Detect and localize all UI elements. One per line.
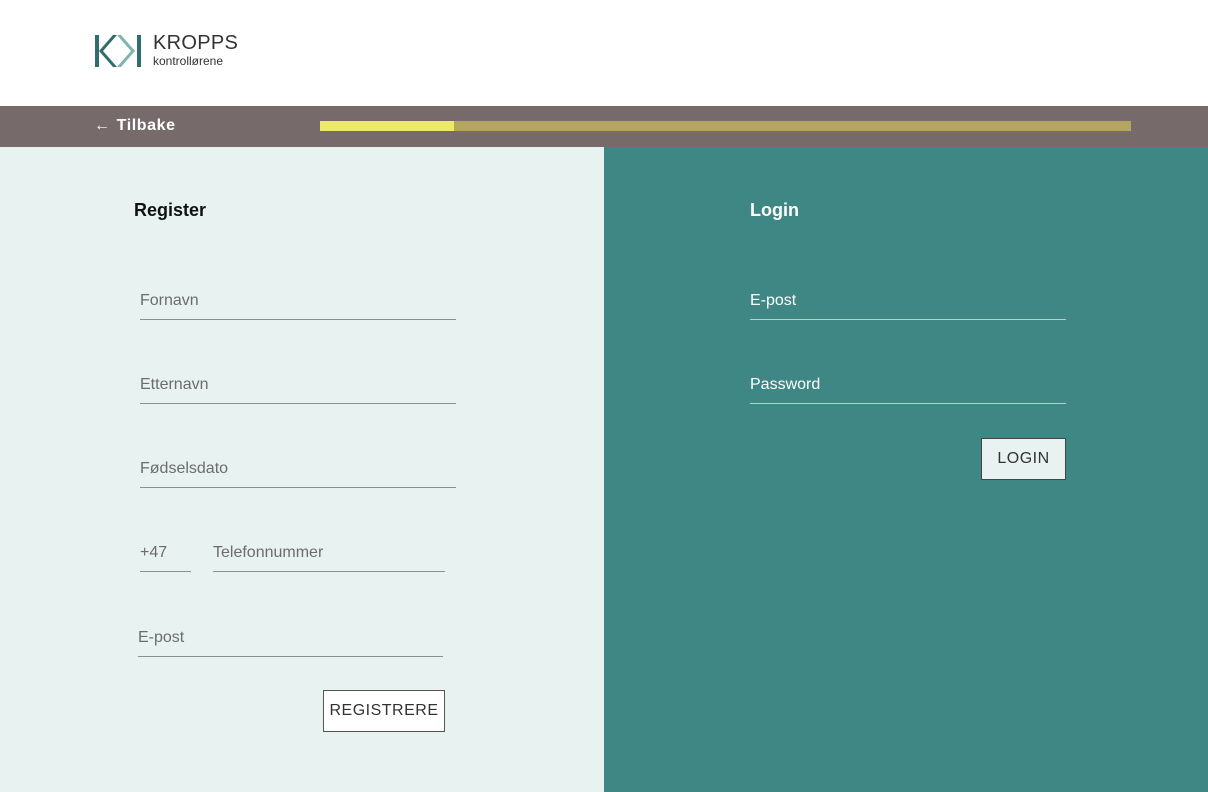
register-email-placeholder: E-post: [138, 629, 185, 646]
top-bar: ← Tilbake: [0, 106, 1208, 147]
brand-logo[interactable]: KROPPS kontrollørene: [95, 33, 255, 73]
back-link[interactable]: ← Tilbake: [94, 117, 176, 135]
login-panel: Login E-post Password LOGIN: [604, 147, 1208, 792]
password-placeholder: Password: [750, 376, 821, 393]
first-name-field[interactable]: Fornavn: [140, 287, 456, 320]
logo-mark-icon: [95, 35, 141, 67]
phone-placeholder: Telefonnummer: [213, 544, 324, 561]
country-code-value: +47: [140, 544, 168, 561]
login-email-field[interactable]: E-post: [750, 287, 1066, 320]
back-label: Tilbake: [116, 117, 176, 134]
login-title: Login: [750, 200, 799, 220]
first-name-placeholder: Fornavn: [140, 292, 199, 309]
site-header: KROPPS kontrollørene: [0, 0, 1208, 106]
register-email-field[interactable]: E-post: [138, 624, 443, 657]
register-button[interactable]: REGISTRERE: [323, 690, 445, 732]
login-button[interactable]: LOGIN: [981, 438, 1066, 480]
phone-field[interactable]: Telefonnummer: [213, 539, 445, 572]
register-panel: Register Fornavn Etternavn Fødselsdato +…: [0, 147, 604, 792]
brand-tagline: kontrollørene: [153, 54, 224, 68]
password-field[interactable]: Password: [750, 371, 1066, 404]
country-code-field[interactable]: +47: [140, 539, 191, 572]
birthdate-field[interactable]: Fødselsdato: [140, 455, 456, 488]
last-name-placeholder: Etternavn: [140, 376, 209, 393]
brand-name: KROPPS: [153, 32, 239, 54]
progress-bar: [320, 121, 1131, 131]
progress-fill: [320, 121, 454, 131]
register-title: Register: [134, 200, 207, 220]
arrow-left-icon: ←: [94, 117, 111, 134]
last-name-field[interactable]: Etternavn: [140, 371, 456, 404]
birthdate-placeholder: Fødselsdato: [140, 460, 229, 477]
login-email-placeholder: E-post: [750, 292, 797, 309]
